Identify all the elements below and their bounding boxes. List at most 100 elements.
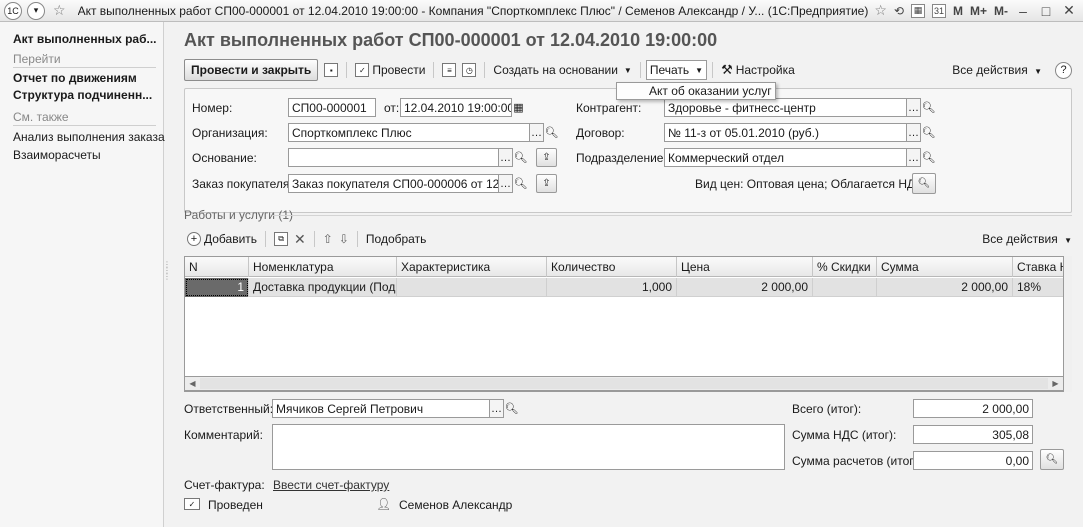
journal-button[interactable]: ◷ <box>459 59 479 81</box>
division-select-button[interactable]: … <box>906 148 921 167</box>
memory-mplus-button[interactable]: M+ <box>970 4 987 18</box>
post-and-close-button[interactable]: Провести и закрыть <box>184 59 319 81</box>
column-header-characteristic[interactable]: Характеристика <box>397 257 547 277</box>
maximize-icon[interactable]: □ <box>1038 3 1054 19</box>
delete-x-icon: ✕ <box>294 230 306 247</box>
settings-button[interactable]: ⚒ Настройка <box>718 59 798 81</box>
division-field[interactable]: Коммерческий отдел <box>664 148 907 167</box>
cell-discount[interactable] <box>813 278 877 297</box>
copy-icon: ⧉ <box>274 232 289 246</box>
create-based-on-button[interactable]: Создать на основании ▼ <box>490 59 634 81</box>
organization-open-icon[interactable]: 🔍︎ <box>544 123 559 142</box>
organization-select-button[interactable]: … <box>529 123 544 142</box>
works-all-actions-menu[interactable]: Все действия ▼ <box>982 232 1072 246</box>
cell-n[interactable]: 1 <box>185 278 249 297</box>
counterparty-select-button[interactable]: … <box>906 98 921 117</box>
basis-field[interactable] <box>288 148 499 167</box>
movements-button[interactable]: ≡ <box>439 59 459 81</box>
fill-from-basis-icon[interactable]: ⇪ <box>536 148 557 167</box>
print-menu-item-service-act[interactable]: Акт об оказании услуг <box>616 82 776 100</box>
table-edge <box>1064 256 1072 392</box>
total-field[interactable]: 2 000,00 <box>913 399 1033 418</box>
app-logo-icon[interactable]: 1С <box>4 1 22 20</box>
history-icon[interactable]: ⟲ <box>894 4 904 18</box>
settings-button-label: Настройка <box>735 63 795 77</box>
panel-splitter-grip[interactable]: ⋮ ⋮ ⋮ <box>163 261 171 281</box>
post-button[interactable]: ✓ Провести <box>352 59 428 81</box>
date-field[interactable]: 12.04.2010 19:00:00 <box>400 98 512 117</box>
contract-open-icon[interactable]: 🔍︎ <box>921 123 936 142</box>
responsible-open-icon[interactable]: 🔍︎ <box>504 399 519 418</box>
number-field[interactable]: СП00-000001 <box>288 98 376 117</box>
nav-current-document[interactable]: Акт выполненных раб... <box>13 32 158 46</box>
settlement-total-field[interactable]: 0,00 <box>913 451 1033 470</box>
delete-row-button[interactable]: ✕ <box>291 228 309 250</box>
calendar-icon[interactable]: 31 <box>931 3 946 18</box>
basis-open-icon[interactable]: 🔍︎ <box>513 148 528 167</box>
comment-field[interactable] <box>272 424 785 470</box>
counterparty-field[interactable]: Здоровье - фитнесс-центр <box>664 98 907 117</box>
contract-field[interactable]: № 11-з от 05.01.2010 (руб.) <box>664 123 907 142</box>
nav-link-order-analysis[interactable]: Анализ выполнения заказа <box>13 130 165 144</box>
all-actions-menu[interactable]: Все действия ▼ <box>952 63 1042 77</box>
minimize-icon[interactable]: – <box>1015 3 1031 19</box>
column-header-quantity[interactable]: Количество <box>547 257 677 277</box>
customer-order-field[interactable]: Заказ покупателя СП00-000006 от 12.04... <box>288 174 499 193</box>
calculator-icon[interactable]: ▦ <box>910 3 925 18</box>
column-header-sum[interactable]: Сумма <box>877 257 1013 277</box>
copy-row-button[interactable]: ⧉ <box>271 228 291 250</box>
price-type-info[interactable]: Вид цен: Оптовая цена; Облагается НДС <box>695 177 924 191</box>
add-row-button[interactable]: + Добавить <box>184 228 260 250</box>
cell-sum[interactable]: 2 000,00 <box>877 278 1013 297</box>
cell-vat-rate[interactable]: 18% <box>1013 278 1063 297</box>
responsible-field[interactable]: Мячиков Сергей Петрович <box>272 399 490 418</box>
move-down-button[interactable]: ⇩ <box>336 228 352 250</box>
column-header-vat-rate[interactable]: Ставка НДС <box>1013 257 1063 277</box>
basis-select-button[interactable]: … <box>498 148 513 167</box>
nav-link-settlements[interactable]: Взаиморасчеты <box>13 148 163 162</box>
counterparty-open-icon[interactable]: 🔍︎ <box>921 98 936 117</box>
customer-order-open-icon[interactable]: 🔍︎ <box>513 174 528 193</box>
main-menu-icon[interactable]: ▾ <box>27 1 45 20</box>
nav-link-subordinate-structure[interactable]: Структура подчиненн... <box>13 88 158 102</box>
move-up-button[interactable]: ⇧ <box>320 228 336 250</box>
journal-icon: ◷ <box>462 63 477 77</box>
nav-link-movements-report[interactable]: Отчет по движениям <box>13 71 158 85</box>
add-favorite-icon[interactable]: ☆ <box>874 2 887 19</box>
column-header-price[interactable]: Цена <box>677 257 813 277</box>
vat-total-field[interactable]: 305,08 <box>913 425 1033 444</box>
cell-nomenclature[interactable]: Доставка продукции (Под... <box>249 278 397 297</box>
column-header-discount[interactable]: % Скидки <box>813 257 877 277</box>
help-icon[interactable]: ? <box>1055 61 1072 79</box>
memory-mminus-button[interactable]: M- <box>994 4 1008 18</box>
vat-total-label: Сумма НДС (итог): <box>792 428 897 442</box>
print-button[interactable]: Печать ▼ <box>645 60 708 80</box>
memory-m-button[interactable]: M <box>953 4 963 18</box>
save-button[interactable]: ▪ <box>321 59 341 81</box>
division-open-icon[interactable]: 🔍︎ <box>921 148 936 167</box>
calendar-picker-icon[interactable]: ▦ <box>511 98 526 117</box>
close-icon[interactable]: ✕ <box>1061 2 1077 19</box>
settlement-search-icon[interactable]: 🔍︎ <box>1040 449 1064 470</box>
column-header-nomenclature[interactable]: Номенклатура <box>249 257 397 277</box>
table-row[interactable]: 1 Доставка продукции (Под... 1,000 2 000… <box>185 278 1063 297</box>
cell-characteristic[interactable] <box>397 278 547 297</box>
header-fields-group: Номер: СП00-000001 от: 12.04.2010 19:00:… <box>184 88 1072 213</box>
cell-price[interactable]: 2 000,00 <box>677 278 813 297</box>
price-type-search-icon[interactable]: 🔍︎ <box>912 173 936 194</box>
fill-from-order-icon[interactable]: ⇪ <box>536 174 557 193</box>
contract-select-button[interactable]: … <box>906 123 921 142</box>
scroll-right-icon[interactable]: ▶ <box>1048 377 1063 390</box>
organization-field[interactable]: Спорткомплекс Плюс <box>288 123 530 142</box>
enter-invoice-link[interactable]: Ввести счет-фактуру <box>273 478 389 492</box>
page-title: Акт выполненных работ СП00-000001 от 12.… <box>184 30 718 50</box>
pick-button[interactable]: Подобрать <box>363 228 429 250</box>
scrollbar-thumb[interactable] <box>200 378 1048 389</box>
scroll-left-icon[interactable]: ◀ <box>185 377 200 390</box>
cell-quantity[interactable]: 1,000 <box>547 278 677 297</box>
customer-order-select-button[interactable]: … <box>498 174 513 193</box>
favorite-star-icon[interactable]: ☆ <box>53 2 66 19</box>
responsible-select-button[interactable]: … <box>489 399 504 418</box>
column-header-n[interactable]: N <box>185 257 249 277</box>
table-horizontal-scrollbar[interactable]: ◀ ▶ <box>184 376 1064 391</box>
